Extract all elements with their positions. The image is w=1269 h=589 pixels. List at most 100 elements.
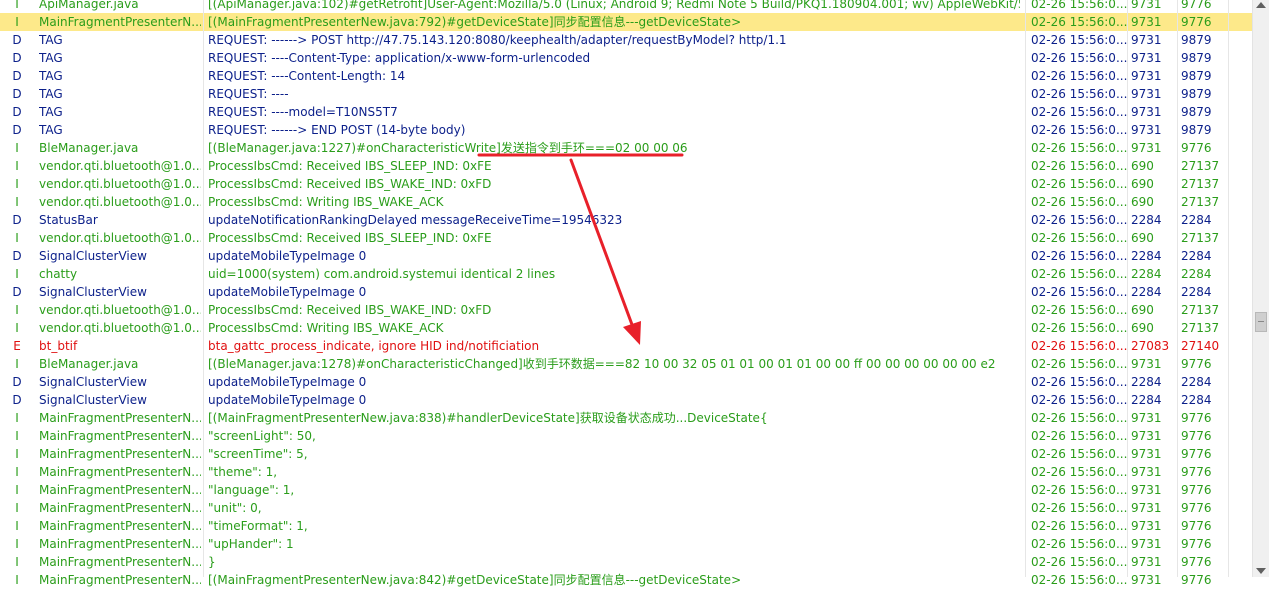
log-tid: 9776 — [1181, 573, 1212, 587]
log-tid: 27137 — [1181, 303, 1220, 317]
log-row[interactable]: D TAG REQUEST: ------> END POST (14-byte b… — [0, 121, 1252, 139]
vertical-scrollbar[interactable] — [1252, 0, 1269, 577]
log-pid: 9731 — [1131, 447, 1162, 461]
log-row[interactable]: Ichatty uid=1000(system) com.android.syst… — [0, 265, 1252, 283]
log-time: 02-26 15:56:0... — [1031, 447, 1128, 461]
column-divider-time — [1127, 0, 1128, 577]
log-message: updateMobileTypeImage 0 — [208, 285, 367, 299]
log-tid: 2284 — [1181, 267, 1212, 281]
log-level: D — [12, 285, 22, 299]
log-message: [(MainFragmentPresenterNew.java:838)#han… — [208, 411, 768, 425]
log-level: I — [15, 303, 19, 317]
log-row[interactable]: D TAG REQUEST: ----Content-Length: 14 02-26… — [0, 67, 1252, 85]
log-tag: MainFragmentPresenterN... — [39, 447, 201, 461]
log-level: I — [15, 537, 19, 551]
log-tid: 9776 — [1181, 519, 1212, 533]
log-tag: MainFragmentPresenterN... — [39, 411, 201, 425]
log-row[interactable]: D SignalClusterView updateMobileTypeImage … — [0, 391, 1252, 409]
log-row[interactable]: I MainFragmentPresenterN... "unit": 0, 02-2… — [0, 499, 1252, 517]
log-row[interactable]: Ebt_btif bta_gattc_process_indicate, igno… — [0, 337, 1252, 355]
log-message: "screenTime": 5, — [208, 447, 308, 461]
log-row[interactable]: I MainFragmentPresenterN... "screenTime": … — [0, 445, 1252, 463]
log-row[interactable]: I MainFragmentPresenterN... [(MainFragment… — [0, 571, 1252, 589]
log-pid: 9731 — [1131, 429, 1162, 443]
log-tid: 27137 — [1181, 195, 1220, 209]
log-row[interactable]: I MainFragmentPresenterN... "upHander": 1 0… — [0, 535, 1252, 553]
log-tag: vendor.qti.bluetooth@1.0... — [39, 303, 201, 317]
log-message: "timeFormat": 1, — [208, 519, 308, 533]
log-time: 02-26 15:56:0... — [1031, 177, 1128, 191]
log-row[interactable]: I MainFragmentPresenterN... "screenLight":… — [0, 427, 1252, 445]
log-row[interactable]: I MainFragmentPresenterN... [(MainFragment… — [0, 13, 1252, 31]
log-level: D — [12, 87, 22, 101]
log-time: 02-26 15:56:0... — [1031, 339, 1128, 353]
log-row[interactable]: I BleManager.java [(BleManager.java:1278)#… — [0, 355, 1252, 373]
log-level: I — [15, 159, 19, 173]
scroll-down-arrow-icon[interactable] — [1256, 568, 1266, 574]
log-level: I — [15, 501, 19, 515]
log-row[interactable]: Ivendor.qti.bluetooth@1.0... ProcessIbsCm… — [0, 157, 1252, 175]
log-time: 02-26 15:56:0... — [1031, 33, 1128, 47]
log-message: REQUEST: ----Content-Type: application/x… — [208, 51, 591, 65]
log-time: 02-26 15:56:0... — [1031, 411, 1128, 425]
log-row[interactable]: Ivendor.qti.bluetooth@1.0... ProcessIbsCm… — [0, 229, 1252, 247]
log-message: REQUEST: ------> END POST (14-byte body) — [208, 123, 466, 137]
log-time: 02-26 15:56:0... — [1031, 519, 1128, 533]
logcat-table[interactable]: I ApiManager.java [(ApiManager.java:102)#g… — [0, 0, 1252, 589]
log-row[interactable]: I MainFragmentPresenterN... [(MainFragment… — [0, 409, 1252, 427]
log-pid: 2284 — [1131, 249, 1162, 263]
log-tid: 9776 — [1181, 555, 1212, 569]
log-pid: 9731 — [1131, 573, 1162, 587]
log-pid: 690 — [1131, 231, 1154, 245]
log-row[interactable]: D SignalClusterView updateMobileTypeImage … — [0, 247, 1252, 265]
scroll-up-arrow-icon[interactable] — [1256, 2, 1266, 8]
log-tag: SignalClusterView — [39, 375, 147, 389]
log-message: ProcessIbsCmd: Received IBS_SLEEP_IND: 0… — [208, 231, 492, 245]
log-tag: chatty — [39, 267, 78, 281]
log-row[interactable]: I MainFragmentPresenterN... "theme": 1, 02-… — [0, 463, 1252, 481]
log-row[interactable]: D SignalClusterView updateMobileTypeImage … — [0, 373, 1252, 391]
log-row[interactable]: I MainFragmentPresenterN... "timeFormat": … — [0, 517, 1252, 535]
scrollbar-thumb[interactable] — [1255, 312, 1267, 332]
log-row[interactable]: D StatusBar updateNotificationRankingDelay… — [0, 211, 1252, 229]
log-time: 02-26 15:56:0... — [1031, 555, 1128, 569]
log-pid: 690 — [1131, 177, 1154, 191]
log-tag: MainFragmentPresenterN... — [39, 519, 201, 533]
log-tag: vendor.qti.bluetooth@1.0... — [39, 159, 201, 173]
log-row[interactable]: D SignalClusterView updateMobileTypeImage … — [0, 283, 1252, 301]
log-message: ProcessIbsCmd: Writing IBS_WAKE_ACK — [208, 195, 444, 209]
log-message: updateMobileTypeImage 0 — [208, 375, 367, 389]
log-tag: MainFragmentPresenterN... — [39, 501, 201, 515]
log-pid: 9731 — [1131, 15, 1162, 29]
log-tid: 27140 — [1181, 339, 1220, 353]
log-tag: MainFragmentPresenterN... — [39, 429, 201, 443]
log-pid: 690 — [1131, 321, 1154, 335]
log-row[interactable]: D TAG REQUEST: ----model=T10NS5T7 02-26 15:… — [0, 103, 1252, 121]
log-row[interactable]: Ivendor.qti.bluetooth@1.0... ProcessIbsCm… — [0, 319, 1252, 337]
log-row[interactable]: D TAG REQUEST: ---- 02-26 15:56:0... 9731 987… — [0, 85, 1252, 103]
log-time: 02-26 15:56:0... — [1031, 105, 1128, 119]
log-pid: 2284 — [1131, 267, 1162, 281]
log-level: I — [15, 555, 19, 569]
log-row[interactable]: Ivendor.qti.bluetooth@1.0... ProcessIbsCm… — [0, 301, 1252, 319]
log-level: E — [13, 339, 21, 353]
log-time: 02-26 15:56:0... — [1031, 285, 1128, 299]
log-row[interactable]: I ApiManager.java [(ApiManager.java:102)#g… — [0, 0, 1252, 13]
log-row[interactable]: I BleManager.java [(BleManager.java:1227)#… — [0, 139, 1252, 157]
log-message: "language": 1, — [208, 483, 295, 497]
log-pid: 690 — [1131, 159, 1154, 173]
log-row[interactable]: D TAG REQUEST: ------> POST http://47.75.1… — [0, 31, 1252, 49]
log-row[interactable]: Ivendor.qti.bluetooth@1.0... ProcessIbsCm… — [0, 193, 1252, 211]
log-time: 02-26 15:56:0... — [1031, 501, 1128, 515]
log-row[interactable]: I MainFragmentPresenterN... "language": 1,… — [0, 481, 1252, 499]
log-time: 02-26 15:56:0... — [1031, 159, 1128, 173]
log-row[interactable]: Ivendor.qti.bluetooth@1.0... ProcessIbsCm… — [0, 175, 1252, 193]
log-message: updateMobileTypeImage 0 — [208, 393, 367, 407]
log-row[interactable]: D TAG REQUEST: ----Content-Type: applicati… — [0, 49, 1252, 67]
log-message: updateMobileTypeImage 0 — [208, 249, 367, 263]
log-row[interactable]: I MainFragmentPresenterN...} 02-26 15:56:0… — [0, 553, 1252, 571]
log-message: [(BleManager.java:1227)#onCharacteristic… — [208, 141, 688, 155]
log-level: I — [15, 447, 19, 461]
log-message: REQUEST: ----model=T10NS5T7 — [208, 105, 398, 119]
log-tid: 2284 — [1181, 393, 1212, 407]
